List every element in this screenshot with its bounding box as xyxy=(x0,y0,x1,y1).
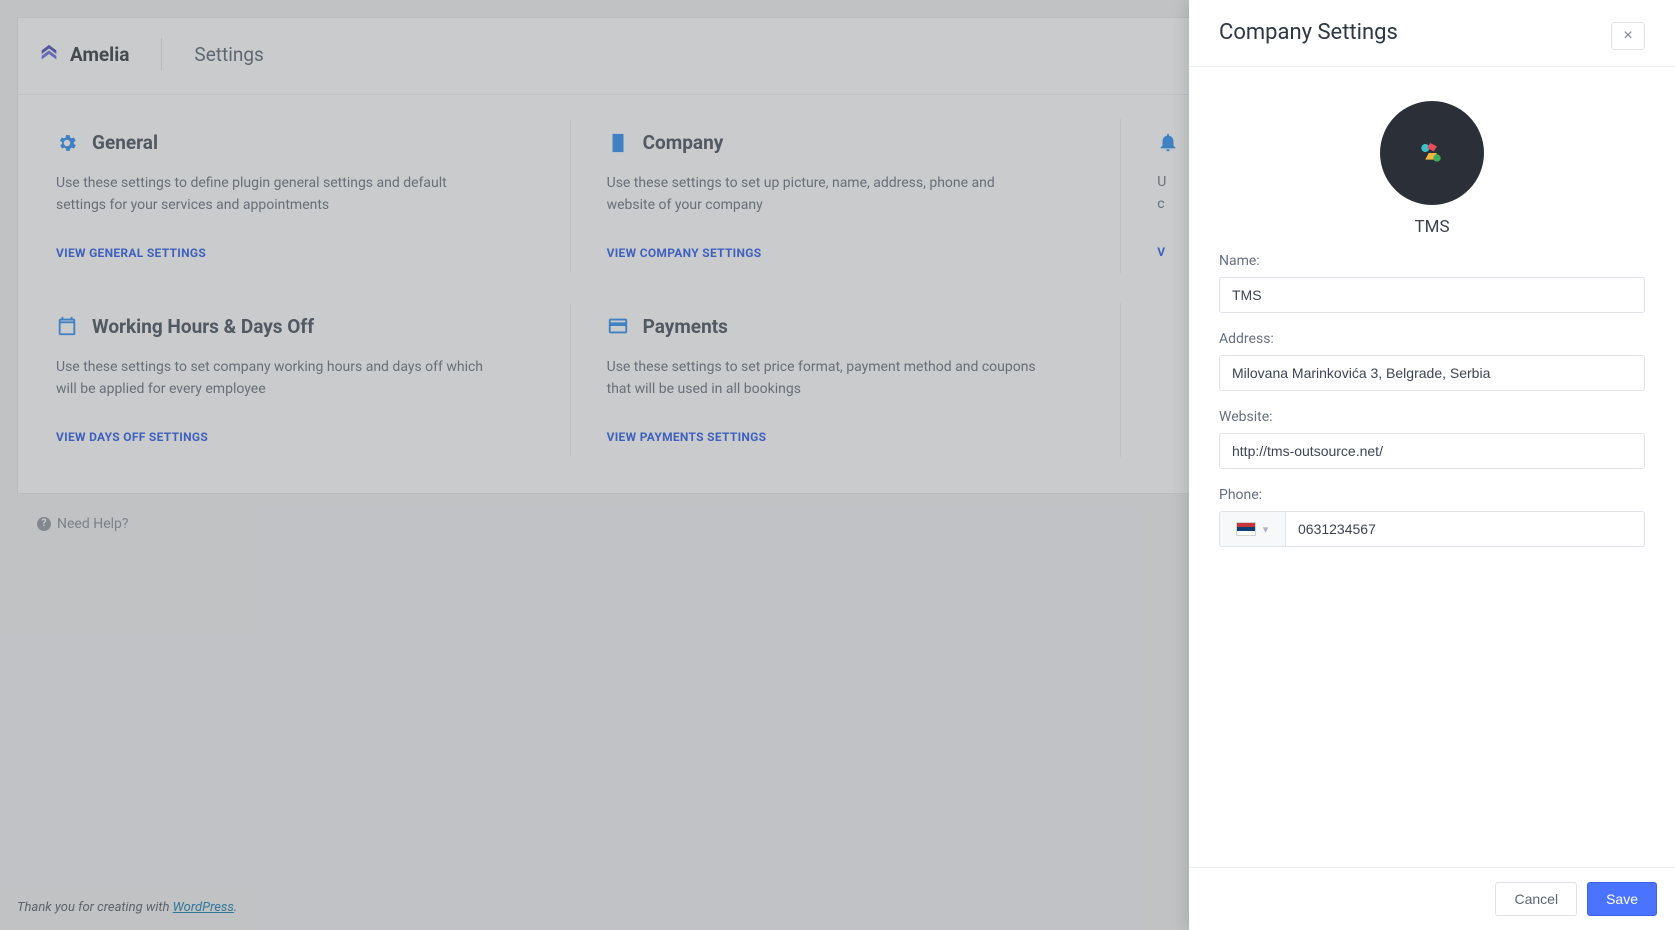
name-label: Name: xyxy=(1219,253,1645,269)
phone-input[interactable] xyxy=(1286,512,1644,546)
phone-country-select[interactable]: ▾ xyxy=(1220,512,1286,546)
address-label: Address: xyxy=(1219,331,1645,347)
company-logo-icon xyxy=(1412,133,1452,173)
close-button[interactable]: × xyxy=(1611,22,1645,50)
website-label: Website: xyxy=(1219,409,1645,425)
name-input[interactable] xyxy=(1219,277,1645,313)
avatar-name: TMS xyxy=(1414,217,1449,237)
cancel-button[interactable]: Cancel xyxy=(1495,882,1577,916)
save-button[interactable]: Save xyxy=(1587,882,1657,916)
company-settings-drawer: Company Settings × TMS Name: xyxy=(1189,0,1675,930)
drawer-title: Company Settings xyxy=(1219,20,1398,45)
phone-label: Phone: xyxy=(1219,487,1645,503)
close-icon: × xyxy=(1623,28,1632,44)
address-input[interactable] xyxy=(1219,355,1645,391)
website-input[interactable] xyxy=(1219,433,1645,469)
company-avatar[interactable] xyxy=(1380,101,1484,205)
chevron-down-icon: ▾ xyxy=(1263,523,1269,536)
flag-serbia-icon xyxy=(1237,523,1255,535)
